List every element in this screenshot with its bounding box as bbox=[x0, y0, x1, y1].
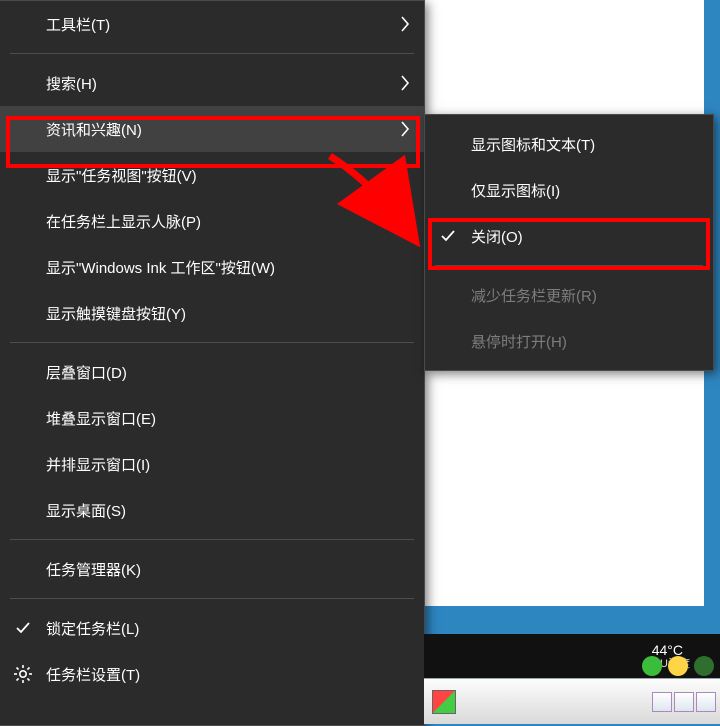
chevron-right-icon bbox=[400, 121, 410, 137]
taskbar-icon[interactable] bbox=[652, 692, 672, 712]
start-icon[interactable] bbox=[432, 690, 456, 714]
submenu-item-icon-and-text[interactable]: 显示图标和文本(T) bbox=[425, 121, 713, 167]
taskbar-icon[interactable] bbox=[696, 692, 716, 712]
menu-item-task-manager[interactable]: 任务管理器(K) bbox=[0, 546, 424, 592]
menu-item-label: 悬停时打开(H) bbox=[471, 331, 567, 352]
gear-icon bbox=[13, 664, 33, 684]
menu-item-label: 资讯和兴趣(N) bbox=[46, 119, 142, 140]
taskbar-context-menu: 工具栏(T) 搜索(H) 资讯和兴趣(N) 显示"任务视图"按钮(V) 在任务栏… bbox=[0, 0, 425, 726]
menu-item-label: 关闭(O) bbox=[471, 226, 523, 247]
submenu-item-reduce-updates: 减少任务栏更新(R) bbox=[425, 272, 713, 318]
submenu-item-off[interactable]: 关闭(O) bbox=[425, 213, 713, 259]
taskbar-mini-icons bbox=[652, 692, 720, 712]
menu-separator bbox=[10, 53, 414, 54]
menu-item-touch-keyboard[interactable]: 显示触摸键盘按钮(Y) bbox=[0, 290, 424, 336]
menu-item-task-view-button[interactable]: 显示"任务视图"按钮(V) bbox=[0, 152, 424, 198]
check-icon bbox=[14, 619, 32, 637]
menu-item-label: 减少任务栏更新(R) bbox=[471, 285, 597, 306]
menu-item-news-interests[interactable]: 资讯和兴趣(N) bbox=[0, 106, 424, 152]
menu-item-label: 任务栏设置(T) bbox=[46, 664, 140, 685]
submenu-item-icon-only[interactable]: 仅显示图标(I) bbox=[425, 167, 713, 213]
tray-icon[interactable] bbox=[668, 656, 688, 676]
menu-separator bbox=[10, 539, 414, 540]
menu-separator bbox=[435, 265, 703, 266]
tray-icon[interactable] bbox=[642, 656, 662, 676]
menu-item-lock-taskbar[interactable]: 锁定任务栏(L) bbox=[0, 605, 424, 651]
menu-item-label: 显示桌面(S) bbox=[46, 500, 126, 521]
menu-item-label: 仅显示图标(I) bbox=[471, 180, 560, 201]
menu-item-label: 搜索(H) bbox=[46, 73, 97, 94]
taskbar[interactable] bbox=[424, 678, 720, 724]
menu-separator bbox=[10, 598, 414, 599]
menu-item-side-by-side[interactable]: 并排显示窗口(I) bbox=[0, 441, 424, 487]
menu-item-stacked[interactable]: 堆叠显示窗口(E) bbox=[0, 395, 424, 441]
tray-icon[interactable] bbox=[694, 656, 714, 676]
menu-item-label: 堆叠显示窗口(E) bbox=[46, 408, 156, 429]
menu-item-show-desktop[interactable]: 显示桌面(S) bbox=[0, 487, 424, 533]
news-interests-submenu: 显示图标和文本(T) 仅显示图标(I) 关闭(O) 减少任务栏更新(R) 悬停时… bbox=[424, 114, 714, 371]
menu-item-label: 显示"Windows Ink 工作区"按钮(W) bbox=[46, 257, 275, 278]
taskbar-icon[interactable] bbox=[674, 692, 694, 712]
menu-item-search[interactable]: 搜索(H) bbox=[0, 60, 424, 106]
submenu-item-open-on-hover: 悬停时打开(H) bbox=[425, 318, 713, 364]
menu-item-cascade[interactable]: 层叠窗口(D) bbox=[0, 349, 424, 395]
menu-item-label: 层叠窗口(D) bbox=[46, 362, 127, 383]
menu-item-label: 显示图标和文本(T) bbox=[471, 134, 595, 155]
menu-item-label: 在任务栏上显示人脉(P) bbox=[46, 211, 201, 232]
menu-item-label: 显示"任务视图"按钮(V) bbox=[46, 165, 197, 186]
check-icon bbox=[439, 227, 457, 245]
menu-separator bbox=[10, 342, 414, 343]
chevron-right-icon bbox=[400, 75, 410, 91]
menu-item-label: 并排显示窗口(I) bbox=[46, 454, 150, 475]
menu-item-toolbars[interactable]: 工具栏(T) bbox=[0, 1, 424, 47]
menu-item-label: 任务管理器(K) bbox=[46, 559, 141, 580]
menu-item-label: 工具栏(T) bbox=[46, 14, 110, 35]
menu-item-ink-workspace[interactable]: 显示"Windows Ink 工作区"按钮(W) bbox=[0, 244, 424, 290]
menu-item-label: 显示触摸键盘按钮(Y) bbox=[46, 303, 186, 324]
system-tray bbox=[642, 656, 714, 676]
menu-item-people[interactable]: 在任务栏上显示人脉(P) bbox=[0, 198, 424, 244]
menu-item-taskbar-settings[interactable]: 任务栏设置(T) bbox=[0, 651, 424, 697]
menu-item-label: 锁定任务栏(L) bbox=[46, 618, 139, 639]
chevron-right-icon bbox=[400, 16, 410, 32]
